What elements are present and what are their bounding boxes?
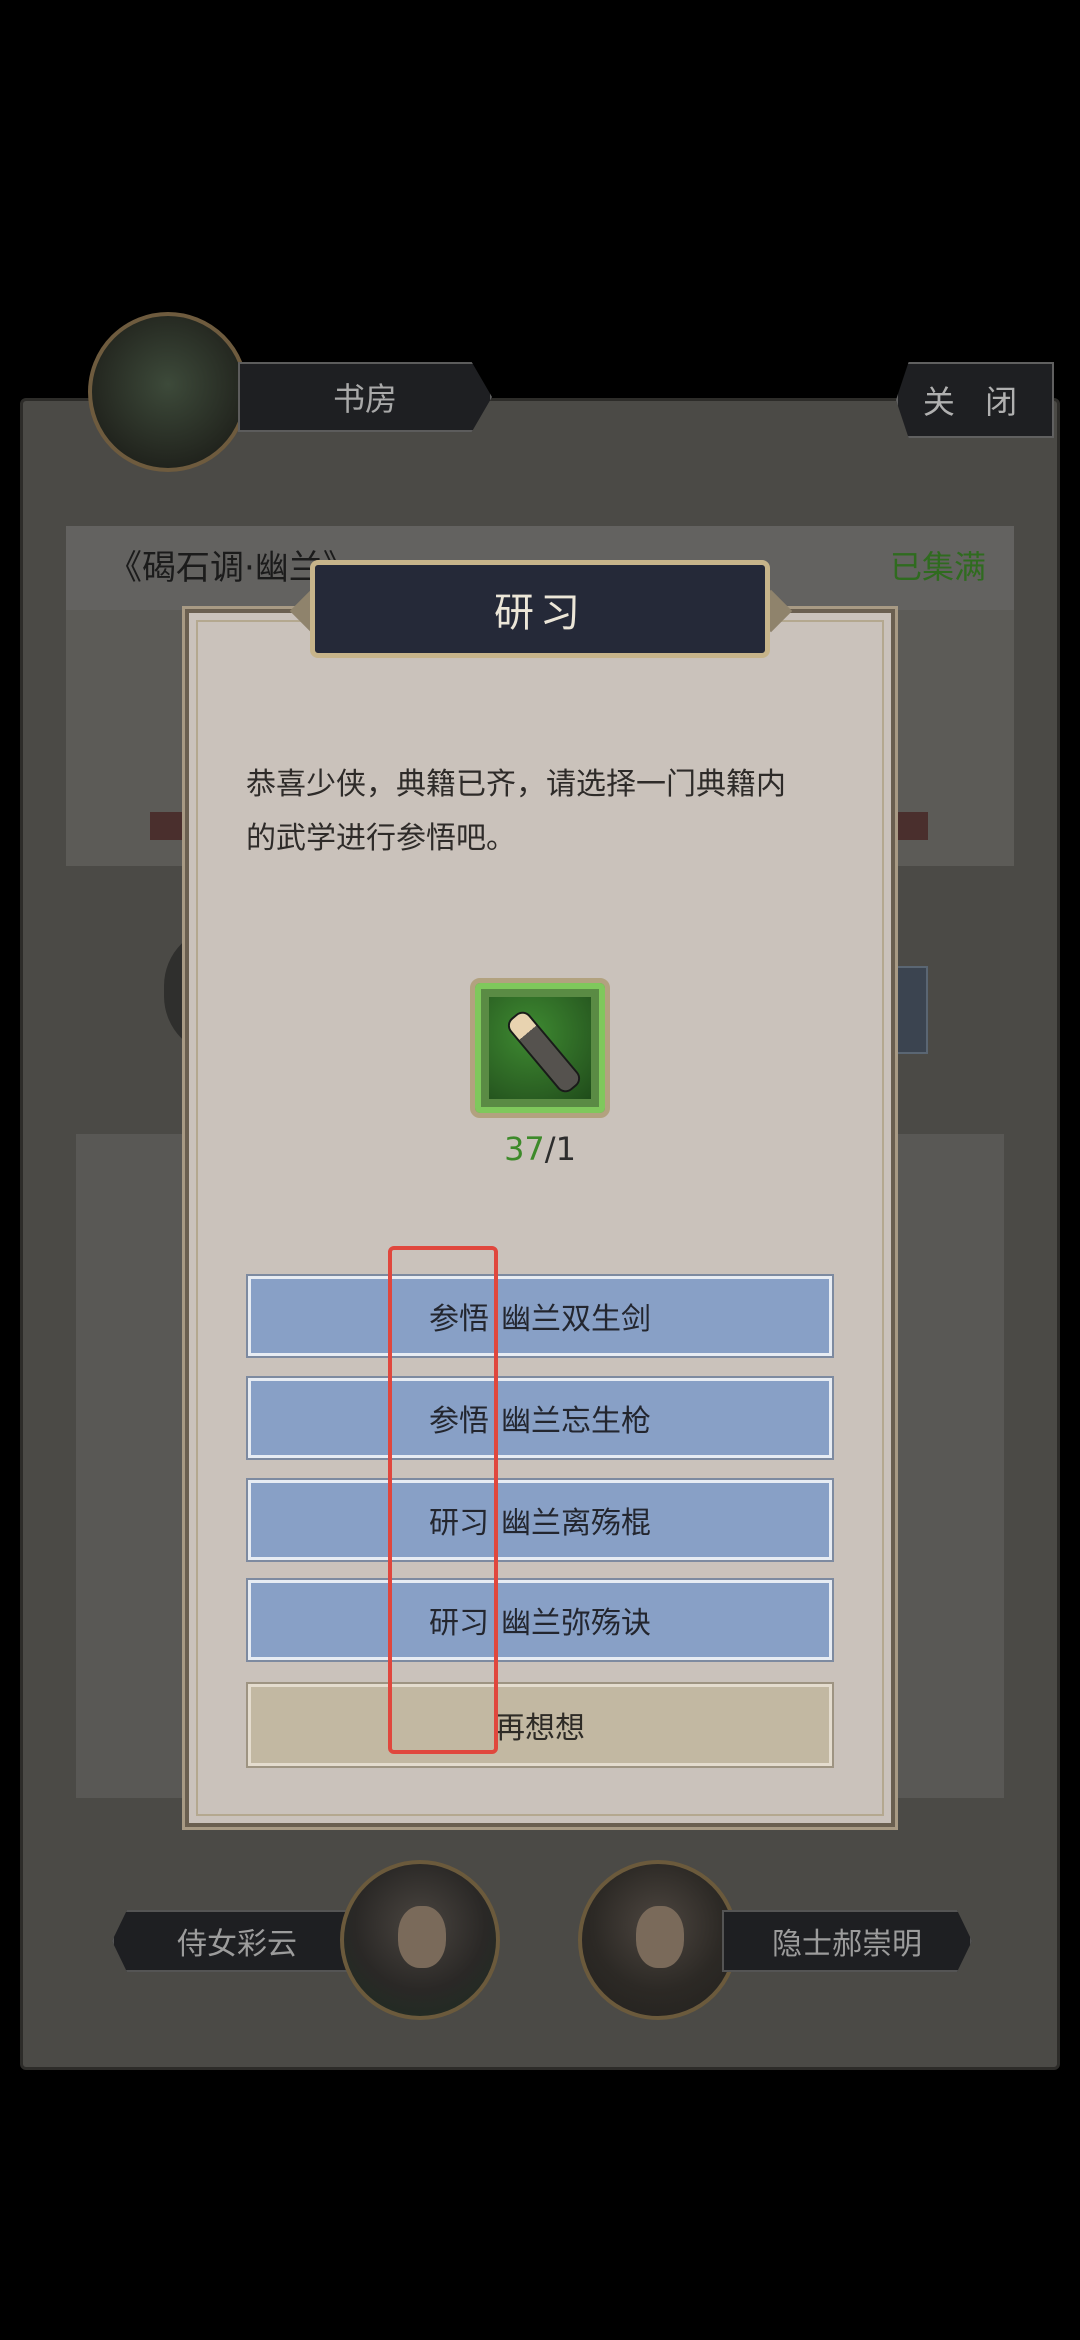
character-right-name[interactable]: 隐士郝崇明 [722,1910,972,1972]
item-count: 37/1 [470,1130,610,1168]
close-button[interactable]: 关 闭 [896,362,1054,438]
option-button-2[interactable]: 参悟 幽兰忘生枪 [248,1378,832,1458]
item-count-have: 37 [504,1130,545,1168]
cancel-button[interactable]: 再想想 [248,1684,832,1766]
character-left-portrait[interactable] [340,1860,500,2020]
character-right-portrait[interactable] [578,1860,738,2020]
option-name: 幽兰离殇棍 [501,1506,651,1541]
option-name: 幽兰弥殇诀 [501,1606,651,1641]
intro-line-1: 恭喜少侠，典籍已齐，请选择一门典籍内 [246,767,786,802]
option-button-1[interactable]: 参悟 幽兰双生剑 [248,1276,832,1356]
dialog-title: 研习 [310,560,770,658]
brush-item-icon[interactable] [470,978,610,1118]
intro-line-2: 的武学进行参悟吧。 [246,821,516,856]
item-count-need: /1 [544,1130,576,1168]
option-button-4[interactable]: 研习 幽兰弥殇诀 [248,1580,832,1660]
background-collected-status: 已集满 [889,548,986,586]
red-annotation-box [388,1246,498,1754]
room-tab: 书房 [238,362,492,432]
option-name: 幽兰忘生枪 [501,1404,651,1439]
character-left-name[interactable]: 侍女彩云 [112,1910,362,1972]
option-name: 幽兰双生剑 [501,1302,651,1337]
study-room-icon [88,312,248,472]
option-button-3[interactable]: 研习 幽兰离殇棍 [248,1480,832,1560]
dialog-intro-text: 恭喜少侠，典籍已齐，请选择一门典籍内 的武学进行参悟吧。 [246,758,836,866]
